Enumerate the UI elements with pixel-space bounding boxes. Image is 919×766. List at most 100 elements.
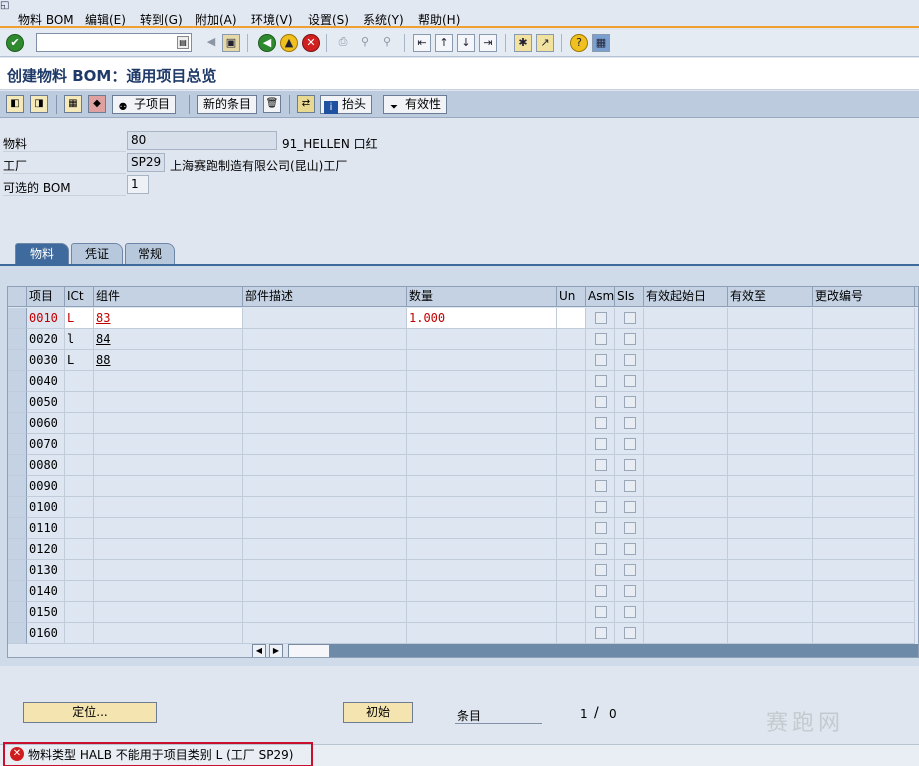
create-session-icon[interactable]: ✱ [514,34,532,52]
column-header-item-category[interactable]: ICt [65,287,94,307]
subitem-checkbox[interactable] [624,333,636,345]
subitem-button[interactable]: ⚉ 子项目 [112,95,177,114]
cell-component[interactable]: 88 [94,350,243,371]
subitem-checkbox[interactable] [624,417,636,429]
row-selector[interactable] [8,497,27,518]
column-header-item[interactable]: 项目 [27,287,65,307]
cell-unit[interactable] [557,371,586,392]
cancel-icon[interactable]: ✕ [302,34,320,52]
cell-item-category[interactable] [65,602,94,623]
assembly-checkbox[interactable] [595,375,607,387]
assembly-checkbox[interactable] [595,354,607,366]
cell-component[interactable] [94,539,243,560]
cell-quantity[interactable] [407,329,557,350]
menu-settings[interactable]: 设置(S) [308,11,349,28]
row-selector[interactable] [8,308,27,329]
cell-item-category[interactable]: L [65,308,94,329]
tab-general[interactable]: 常规 [125,243,175,265]
row-selector[interactable] [8,455,27,476]
row-selector[interactable] [8,371,27,392]
next-page-icon[interactable]: ↓ [457,34,475,52]
subitem-checkbox[interactable] [624,606,636,618]
column-header-valid-from[interactable]: 有效起始日 [644,287,728,307]
window-icon[interactable]: ◱ [0,0,14,11]
scroll-left-icon[interactable]: ◀ [252,644,266,657]
cell-unit[interactable] [557,434,586,455]
assembly-checkbox[interactable] [595,459,607,471]
menu-help[interactable]: 帮助(H) [418,11,460,28]
assembly-checkbox[interactable] [595,501,607,513]
assembly-checkbox[interactable] [595,543,607,555]
cell-component[interactable] [94,581,243,602]
row-selector[interactable] [8,560,27,581]
shortcut-icon[interactable]: ↗ [536,34,554,52]
cell-quantity[interactable] [407,371,557,392]
cell-component[interactable]: 83 [94,308,243,329]
subitem-checkbox[interactable] [624,543,636,555]
column-header-more[interactable] [915,287,918,307]
column-header-subitems[interactable]: SIs [615,287,644,307]
menu-goto[interactable]: 转到(G) [140,11,183,28]
cell-quantity[interactable] [407,455,557,476]
subitem-checkbox[interactable] [624,375,636,387]
header-button[interactable]: i 抬头 [320,95,373,114]
subitem-checkbox[interactable] [624,312,636,324]
assembly-checkbox[interactable] [595,606,607,618]
subitem-checkbox[interactable] [624,480,636,492]
row-selector[interactable] [8,413,27,434]
tab-document[interactable]: 凭证 [71,243,123,265]
error-icon[interactable]: ✕ [10,747,24,761]
collapse-icon[interactable]: ◀ [202,34,220,52]
row-selector[interactable] [8,329,27,350]
print-icon[interactable]: ⎙ [334,34,352,52]
select-all-cell[interactable] [8,287,27,307]
assembly-checkbox[interactable] [595,480,607,492]
cell-unit[interactable] [557,476,586,497]
find-next-icon[interactable]: ⚲ [378,34,396,52]
menu-environment[interactable]: 环境(V) [251,11,293,28]
tab-material[interactable]: 物料 [15,243,69,265]
cell-quantity[interactable] [407,413,557,434]
cell-item-category[interactable] [65,539,94,560]
row-selector[interactable] [8,539,27,560]
assembly-checkbox[interactable] [595,333,607,345]
material-field[interactable]: 80 [127,131,277,150]
scroll-right-icon[interactable]: ▶ [269,644,283,657]
subitem-checkbox[interactable] [624,627,636,639]
cell-item-category[interactable] [65,371,94,392]
column-header-unit[interactable]: Un [557,287,586,307]
cell-unit[interactable] [557,623,586,644]
assembly-checkbox[interactable] [595,522,607,534]
enter-icon[interactable]: ✔ [6,34,24,52]
cell-quantity[interactable] [407,602,557,623]
row-selector[interactable] [8,392,27,413]
subitem-checkbox[interactable] [624,354,636,366]
assembly-checkbox[interactable] [595,564,607,576]
cell-component[interactable] [94,497,243,518]
first-page-icon[interactable]: ⇤ [413,34,431,52]
cell-item-category[interactable] [65,560,94,581]
previous-screen-icon[interactable]: ◧ [6,95,24,113]
cell-unit[interactable] [557,308,586,329]
assembly-checkbox[interactable] [595,585,607,597]
delete-icon[interactable]: 🗑 [263,95,281,113]
cell-unit[interactable] [557,560,586,581]
subitem-checkbox[interactable] [624,585,636,597]
cell-item-category[interactable] [65,413,94,434]
cell-quantity[interactable] [407,476,557,497]
cell-quantity[interactable]: 1.000 [407,308,557,329]
cell-component[interactable] [94,371,243,392]
cell-component[interactable] [94,455,243,476]
row-selector[interactable] [8,602,27,623]
save-icon[interactable]: ▣ [222,34,240,52]
cell-unit[interactable] [557,329,586,350]
cell-quantity[interactable] [407,581,557,602]
row-selector[interactable] [8,350,27,371]
cell-component[interactable] [94,476,243,497]
menu-material-bom[interactable]: 物料 BOM [18,11,74,28]
exit-icon[interactable]: ▲ [280,34,298,52]
position-button[interactable]: 定位... [23,702,157,723]
horizontal-scrollbar[interactable]: ◀ ▶ [252,644,918,657]
initial-button[interactable]: 初始 [343,702,413,723]
command-history-icon[interactable]: ▤ [177,36,189,49]
